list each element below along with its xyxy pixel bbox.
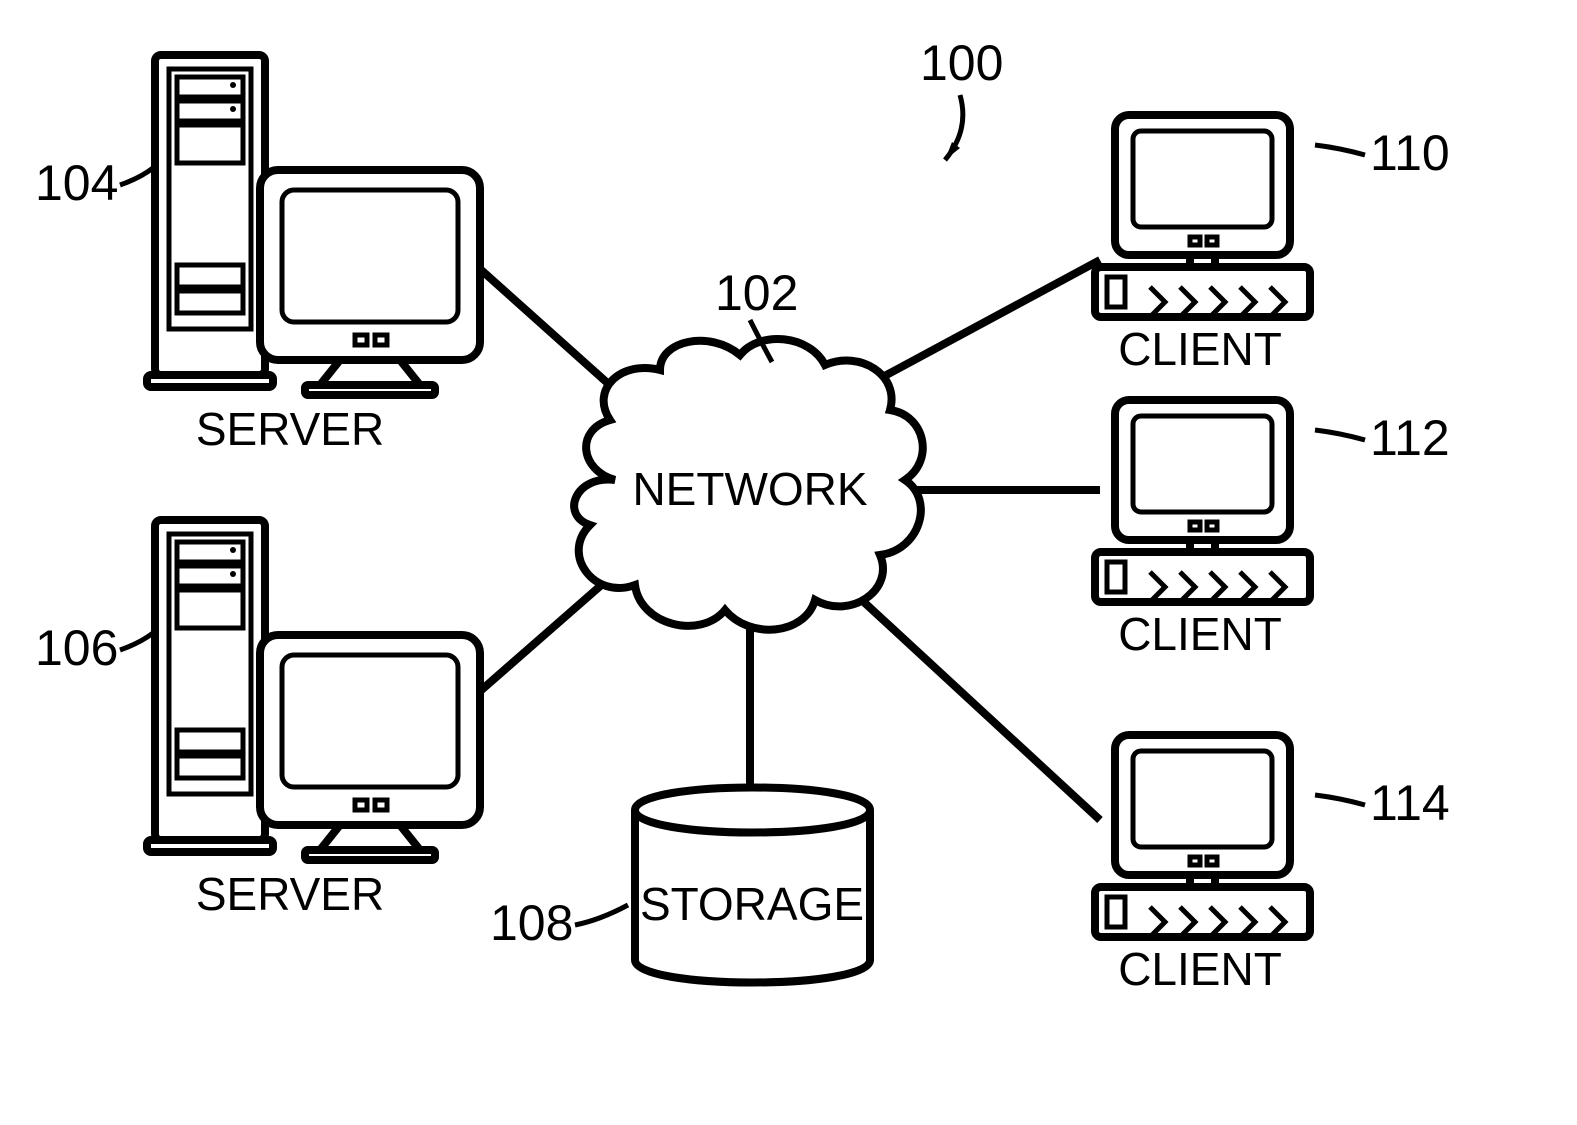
storage-label: STORAGE <box>640 878 864 930</box>
ref-104: 104 <box>35 155 153 211</box>
client-112-label: CLIENT <box>1118 608 1282 660</box>
server-106-label: SERVER <box>196 868 384 920</box>
ref-100: 100 <box>920 35 1003 160</box>
ref-112: 112 <box>1315 410 1450 466</box>
ref-106: 106 <box>35 620 153 676</box>
client-110-label: CLIENT <box>1118 323 1282 375</box>
client-114 <box>1095 735 1310 937</box>
svg-text:106: 106 <box>35 620 118 676</box>
svg-text:104: 104 <box>35 155 118 211</box>
network-diagram: NETWORK 102 100 STORAGE 108 <box>0 0 1577 1125</box>
svg-text:108: 108 <box>490 895 573 951</box>
server-104 <box>147 55 480 395</box>
svg-text:100: 100 <box>920 35 1003 91</box>
ref-114: 114 <box>1315 775 1450 831</box>
svg-text:110: 110 <box>1370 125 1450 181</box>
svg-text:112: 112 <box>1370 410 1450 466</box>
client-110 <box>1095 115 1310 317</box>
svg-text:114: 114 <box>1370 775 1450 831</box>
network-label: NETWORK <box>632 463 867 515</box>
ref-110: 110 <box>1315 125 1450 181</box>
ref-108: 108 <box>490 895 628 951</box>
client-114-label: CLIENT <box>1118 943 1282 995</box>
server-104-label: SERVER <box>196 403 384 455</box>
storage-cylinder: STORAGE <box>635 788 870 983</box>
client-112 <box>1095 400 1310 602</box>
server-106 <box>147 520 480 860</box>
network-cloud: NETWORK <box>574 339 923 630</box>
svg-text:102: 102 <box>715 265 798 321</box>
